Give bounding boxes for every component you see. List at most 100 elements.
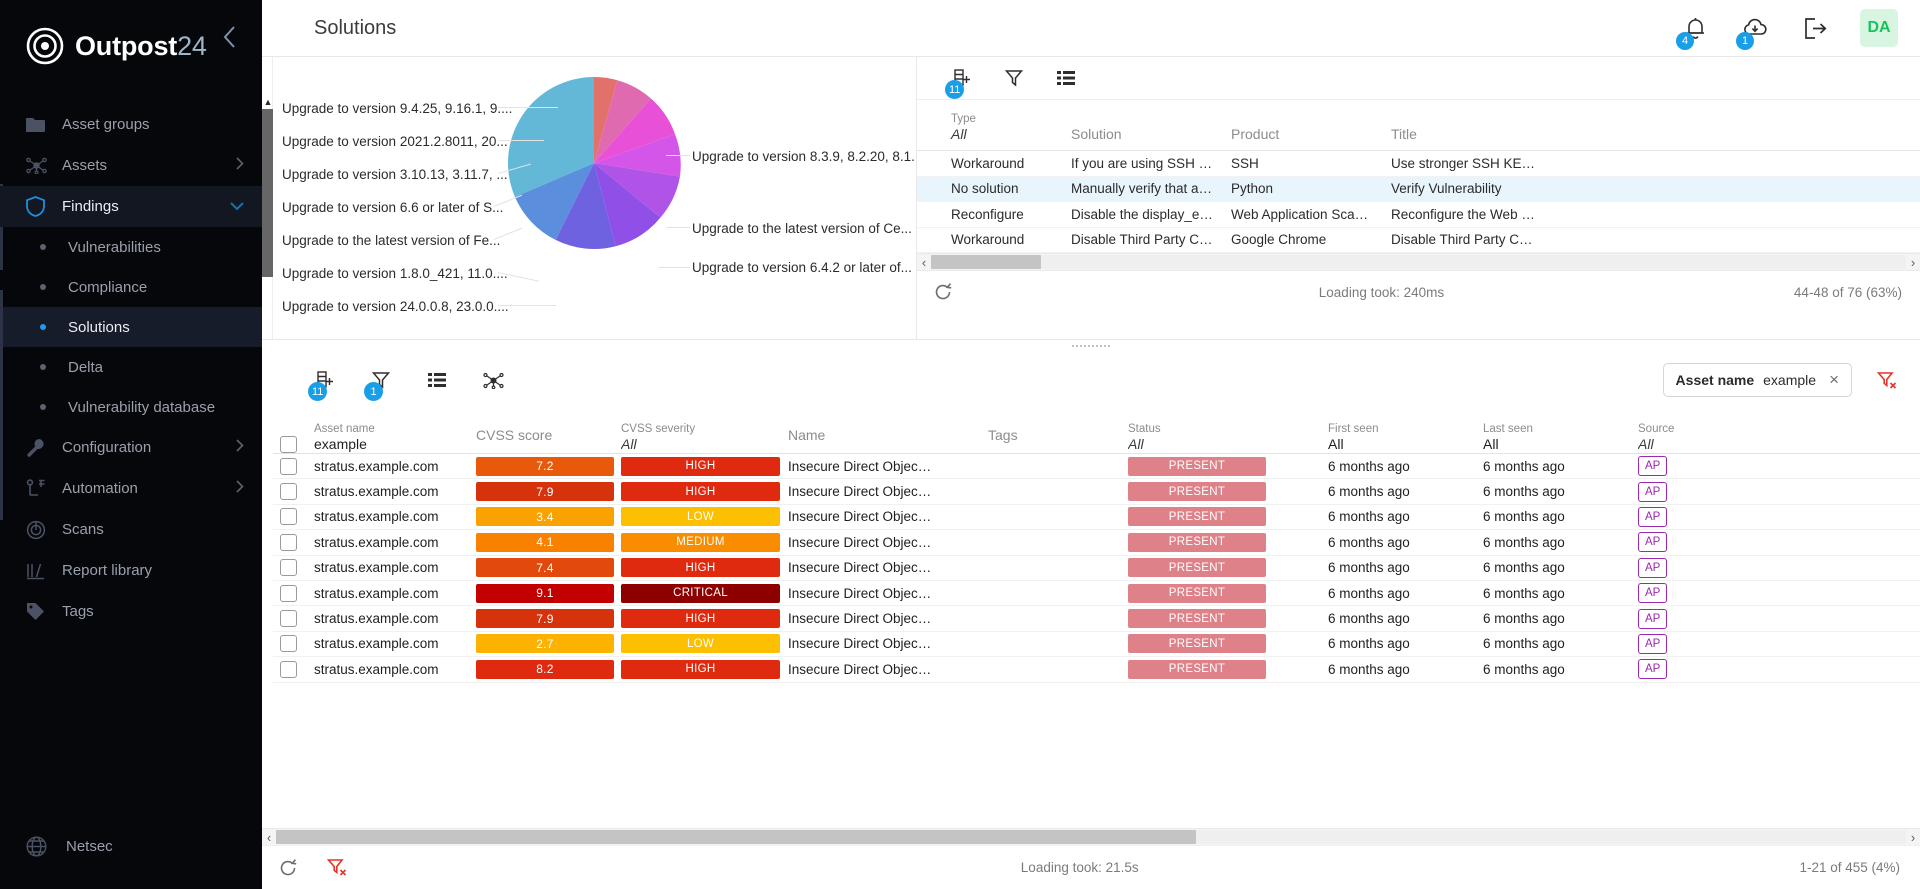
list-view-icon[interactable] <box>1053 65 1079 91</box>
list-view-icon[interactable] <box>424 367 450 393</box>
sidebar-item-solutions[interactable]: Solutions <box>0 307 262 347</box>
sidebar-item-automation[interactable]: Automation <box>0 468 262 509</box>
table-row[interactable]: stratus.example.com 9.1 CRITICAL Insecure D… <box>262 581 1920 607</box>
checkbox-icon[interactable] <box>279 610 297 628</box>
sidebar-item-configuration[interactable]: Configuration <box>0 427 262 468</box>
sidebar-item-vulnerability-database[interactable]: Vulnerability database <box>0 387 262 427</box>
panel-splitter[interactable] <box>262 339 1920 352</box>
table-row[interactable]: stratus.example.com 3.4 LOW Insecure Direct… <box>262 505 1920 531</box>
column-header-cvss-severity[interactable]: CVSS severity All <box>621 422 788 453</box>
table-row[interactable]: Reconfigure Disable the display_e… Web A… <box>917 202 1920 228</box>
scroll-right-arrow-icon[interactable]: › <box>1906 255 1920 270</box>
column-header-product[interactable]: Product <box>1231 126 1391 150</box>
column-header-name[interactable]: Name <box>788 427 988 453</box>
column-header-asset-name[interactable]: Asset name example <box>314 422 476 453</box>
table-row[interactable]: Workaround If you are using SSH … SSH Us… <box>917 151 1920 177</box>
table-row[interactable]: Workaround Disable Third Party C… Google… <box>917 228 1920 253</box>
sidebar-item-scans[interactable]: Scans <box>0 509 262 550</box>
column-header-title[interactable]: Title <box>1391 126 1920 150</box>
table-row[interactable]: stratus.example.com 2.7 LOW Insecure Direct… <box>262 632 1920 658</box>
close-icon[interactable]: × <box>1829 370 1839 390</box>
column-header-cvss-score[interactable]: CVSS score <box>476 427 621 453</box>
pie-label-3: Upgrade to version 6.6 or later of S... <box>282 200 504 215</box>
table-row[interactable]: stratus.example.com 4.1 MEDIUM Insecure Dir… <box>262 530 1920 556</box>
avatar[interactable]: DA <box>1860 9 1898 47</box>
chip-value: example <box>1763 372 1817 388</box>
logout-icon[interactable] <box>1800 13 1830 43</box>
scroll-left-arrow-icon[interactable]: ‹ <box>262 830 276 845</box>
checkbox-icon[interactable] <box>279 584 297 602</box>
table-row[interactable]: stratus.example.com 7.9 HIGH Insecure Direc… <box>262 606 1920 632</box>
scroll-thumb[interactable] <box>276 830 1196 844</box>
scroll-up-arrow-icon[interactable]: ▲ <box>263 97 273 108</box>
sidebar-item-assets[interactable]: Assets <box>0 145 262 186</box>
filter-icon[interactable] <box>1001 65 1027 91</box>
cloud-download-icon[interactable]: 1 <box>1736 13 1770 50</box>
table-row[interactable]: stratus.example.com 7.9 HIGH Insecure Direc… <box>262 479 1920 505</box>
cell-type: Workaround <box>951 155 1025 171</box>
table-row[interactable]: stratus.example.com 8.2 HIGH Insecure Direc… <box>262 657 1920 683</box>
column-header-first-seen[interactable]: First seen All <box>1328 422 1483 453</box>
scroll-track[interactable] <box>276 830 1906 844</box>
solutions-grid-horizontal-scrollbar[interactable]: ‹ › <box>917 253 1920 271</box>
checkbox-icon[interactable] <box>279 436 297 453</box>
table-row[interactable]: stratus.example.com 7.2 HIGH Insecure Direc… <box>262 454 1920 480</box>
column-header-source[interactable]: Source All <box>1638 422 1920 453</box>
sidebar-item-delta[interactable]: Delta <box>0 347 262 387</box>
scroll-track[interactable] <box>931 255 1906 269</box>
cell-name: Insecure Direct Objec… <box>788 611 932 627</box>
filter-chip-asset-name[interactable]: Asset name example × <box>1662 363 1852 397</box>
sidebar-item-label: Automation <box>62 480 138 497</box>
scroll-right-arrow-icon[interactable]: › <box>1906 830 1920 845</box>
chart-vertical-scrollbar[interactable]: ▲ <box>262 57 273 339</box>
column-header-filter-value: All <box>621 436 637 452</box>
table-row[interactable]: stratus.example.com 7.4 HIGH Insecure Direc… <box>262 556 1920 581</box>
graph-view-icon[interactable] <box>480 367 506 393</box>
column-header-solution[interactable]: Solution <box>1071 126 1231 150</box>
solutions-pie-chart-panel: ▲ Upgrade to version 9.4.25, 9.16.1, 9..… <box>262 57 917 339</box>
checkbox-icon[interactable] <box>279 483 297 501</box>
chart-scroll-thumb[interactable] <box>262 109 273 277</box>
clear-filter-icon[interactable] <box>1874 367 1900 393</box>
add-column-icon[interactable]: 11 <box>945 65 975 99</box>
checkbox-icon[interactable] <box>279 457 297 475</box>
checkbox-icon[interactable] <box>279 508 297 526</box>
cell-name: Insecure Direct Objec… <box>788 458 932 474</box>
sidebar-item-report-library[interactable]: Report library <box>0 550 262 591</box>
sidebar-bottom: Netsec <box>0 826 262 867</box>
checkbox-icon[interactable] <box>279 559 297 577</box>
cell-solution: If you are using SSH … <box>1071 155 1213 171</box>
sidebar-item-findings[interactable]: Findings <box>0 186 262 227</box>
cell-cvss-severity: HIGH <box>621 659 788 679</box>
sidebar-collapse-button[interactable] <box>212 20 246 54</box>
filter-icon[interactable]: 1 <box>364 367 394 401</box>
cell-last-seen: 6 months ago <box>1483 611 1565 627</box>
sidebar-subitem-label: Compliance <box>68 278 148 296</box>
cell-name: Insecure Direct Objec… <box>788 484 932 500</box>
scroll-left-arrow-icon[interactable]: ‹ <box>917 255 931 270</box>
checkbox-icon[interactable] <box>279 660 297 678</box>
cell-title: Verify Vulnerability <box>1391 181 1502 197</box>
refresh-icon[interactable] <box>262 858 314 878</box>
sidebar-item-compliance[interactable]: Compliance <box>0 267 262 307</box>
refresh-icon[interactable] <box>917 282 969 302</box>
sidebar-item-tags[interactable]: Tags <box>0 591 262 632</box>
checkbox-icon[interactable] <box>279 635 297 653</box>
column-header-tags[interactable]: Tags <box>988 427 1128 453</box>
cell-asset-name: stratus.example.com <box>314 458 439 474</box>
sidebar-item-netsec[interactable]: Netsec <box>0 826 262 867</box>
sidebar-item-vulnerabilities[interactable]: Vulnerabilities <box>0 227 262 267</box>
cell-name: Insecure Direct Objec… <box>788 585 932 601</box>
clear-filter-icon[interactable] <box>314 858 360 877</box>
findings-horizontal-scrollbar[interactable]: ‹ › <box>262 828 1920 845</box>
column-header-last-seen[interactable]: Last seen All <box>1483 422 1638 453</box>
sidebar-item-label: Netsec <box>66 838 113 855</box>
notifications-bell-icon[interactable]: 4 <box>1676 13 1710 50</box>
column-header-status[interactable]: Status All <box>1128 422 1328 453</box>
checkbox-icon[interactable] <box>279 533 297 551</box>
scroll-thumb[interactable] <box>931 255 1041 269</box>
add-column-icon[interactable]: 11 <box>308 367 338 401</box>
sidebar-item-asset-groups[interactable]: Asset groups <box>0 104 262 145</box>
column-header-type[interactable]: Type All <box>917 112 1071 150</box>
table-row[interactable]: No solution Manually verify that a… Pyth… <box>917 176 1920 202</box>
